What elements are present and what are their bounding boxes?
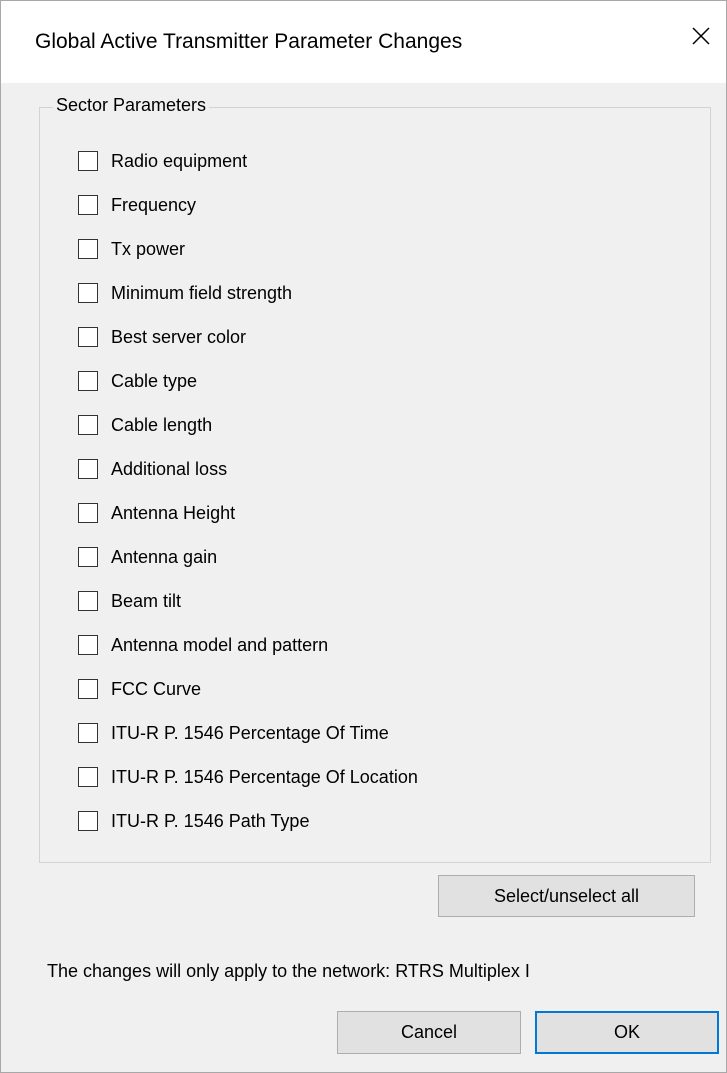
cable-type-label: Cable type bbox=[111, 371, 198, 391]
fcc-curve-checkbox[interactable] bbox=[78, 679, 98, 699]
itu-percentage-of-time-checkbox[interactable] bbox=[78, 723, 98, 743]
option-antenna-height[interactable]: Antenna Height bbox=[78, 499, 235, 527]
additional-loss-checkbox[interactable] bbox=[78, 459, 98, 479]
dialog-title: Global Active Transmitter Parameter Chan… bbox=[35, 30, 463, 53]
ok-button[interactable]: OK bbox=[535, 1011, 719, 1054]
sector-parameters-group bbox=[39, 107, 711, 863]
itu-percentage-of-location-checkbox[interactable] bbox=[78, 767, 98, 787]
best-server-color-checkbox[interactable] bbox=[78, 327, 98, 347]
title-bar: Global Active Transmitter Parameter Chan… bbox=[1, 1, 726, 83]
beam-tilt-label: Beam tilt bbox=[111, 591, 182, 611]
radio-equipment-label: Radio equipment bbox=[111, 151, 248, 171]
option-cable-type[interactable]: Cable type bbox=[78, 367, 197, 395]
antenna-height-label: Antenna Height bbox=[111, 503, 236, 523]
minimum-field-strength-checkbox[interactable] bbox=[78, 283, 98, 303]
option-antenna-model-and-pattern[interactable]: Antenna model and pattern bbox=[78, 631, 328, 659]
option-frequency[interactable]: Frequency bbox=[78, 191, 196, 219]
itu-path-type-checkbox[interactable] bbox=[78, 811, 98, 831]
additional-loss-label: Additional loss bbox=[111, 459, 228, 479]
option-tx-power[interactable]: Tx power bbox=[78, 235, 185, 263]
tx-power-checkbox[interactable] bbox=[78, 239, 98, 259]
group-title: Sector Parameters bbox=[53, 95, 210, 116]
option-fcc-curve[interactable]: FCC Curve bbox=[78, 675, 201, 703]
select-unselect-all-button[interactable]: Select/unselect all bbox=[438, 875, 695, 917]
itu-path-type-label: ITU-R P. 1546 Path Type bbox=[111, 811, 310, 831]
option-radio-equipment[interactable]: Radio equipment bbox=[78, 147, 247, 175]
option-itu-path-type[interactable]: ITU-R P. 1546 Path Type bbox=[78, 807, 309, 835]
cable-length-checkbox[interactable] bbox=[78, 415, 98, 435]
close-icon bbox=[692, 27, 710, 45]
network-notice: The changes will only apply to the netwo… bbox=[47, 961, 530, 981]
option-best-server-color[interactable]: Best server color bbox=[78, 323, 246, 351]
cable-length-label: Cable length bbox=[111, 415, 213, 435]
best-server-color-label: Best server color bbox=[111, 327, 247, 347]
minimum-field-strength-label: Minimum field strength bbox=[111, 283, 293, 303]
cancel-button[interactable]: Cancel bbox=[337, 1011, 521, 1054]
antenna-model-and-pattern-checkbox[interactable] bbox=[78, 635, 98, 655]
antenna-height-checkbox[interactable] bbox=[78, 503, 98, 523]
beam-tilt-checkbox[interactable] bbox=[78, 591, 98, 611]
option-cable-length[interactable]: Cable length bbox=[78, 411, 212, 439]
itu-percentage-of-location-label: ITU-R P. 1546 Percentage Of Location bbox=[111, 767, 418, 787]
option-minimum-field-strength[interactable]: Minimum field strength bbox=[78, 279, 292, 307]
option-beam-tilt[interactable]: Beam tilt bbox=[78, 587, 181, 615]
radio-equipment-checkbox[interactable] bbox=[78, 151, 98, 171]
tx-power-label: Tx power bbox=[111, 239, 186, 259]
cable-type-checkbox[interactable] bbox=[78, 371, 98, 391]
dialog-window: Global Active Transmitter Parameter Chan… bbox=[0, 0, 727, 1073]
option-itu-percentage-of-location[interactable]: ITU-R P. 1546 Percentage Of Location bbox=[78, 763, 418, 791]
close-button[interactable] bbox=[680, 11, 726, 67]
option-additional-loss[interactable]: Additional loss bbox=[78, 455, 227, 483]
antenna-gain-checkbox[interactable] bbox=[78, 547, 98, 567]
frequency-checkbox[interactable] bbox=[78, 195, 98, 215]
antenna-gain-label: Antenna gain bbox=[111, 547, 218, 567]
option-itu-percentage-of-time[interactable]: ITU-R P. 1546 Percentage Of Time bbox=[78, 719, 389, 747]
antenna-model-and-pattern-label: Antenna model and pattern bbox=[111, 635, 329, 655]
option-antenna-gain[interactable]: Antenna gain bbox=[78, 543, 217, 571]
frequency-label: Frequency bbox=[111, 195, 197, 215]
fcc-curve-label: FCC Curve bbox=[111, 679, 202, 699]
itu-percentage-of-time-label: ITU-R P. 1546 Percentage Of Time bbox=[111, 723, 389, 743]
